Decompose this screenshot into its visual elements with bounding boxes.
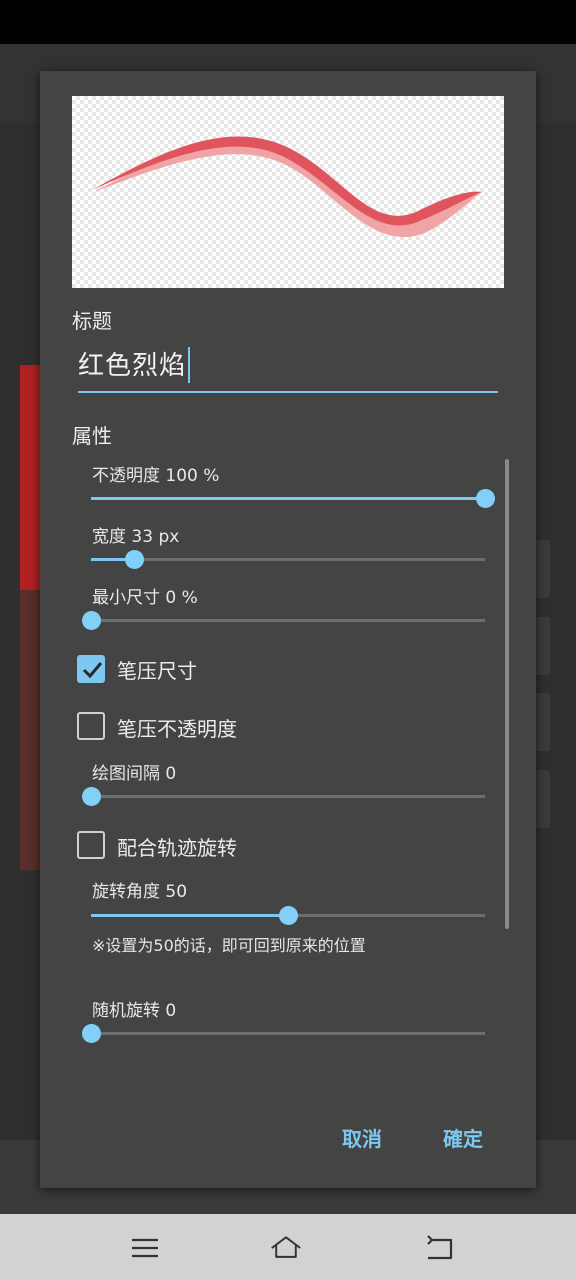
spacing-slider[interactable] (82, 787, 485, 806)
random-rotation-slider-thumb[interactable] (82, 1024, 101, 1043)
follow-rotation-label: 配合轨迹旋转 (117, 836, 237, 860)
rotation-angle-slider-fill (91, 914, 288, 917)
follow-rotation-checkbox[interactable] (77, 831, 105, 859)
width-slider[interactable] (91, 550, 485, 569)
ok-button[interactable]: 確定 (443, 1123, 483, 1152)
pressure-opacity-checkbox[interactable] (77, 712, 105, 740)
width-slider-thumb[interactable] (125, 550, 144, 569)
min-size-label: 最小尺寸 0 % (92, 588, 198, 608)
title-input[interactable]: 红色烈焰 (78, 341, 498, 393)
dialog-scrollbar[interactable] (505, 459, 509, 929)
opacity-label: 不透明度 100 % (92, 466, 220, 486)
random-rotation-slider[interactable] (82, 1024, 485, 1043)
min-size-slider[interactable] (82, 611, 485, 630)
status-bar (0, 0, 576, 44)
opacity-slider-thumb[interactable] (476, 489, 495, 508)
background-color-strip-2 (20, 590, 40, 870)
title-label: 标题 (72, 309, 112, 333)
brush-stroke-preview (72, 96, 504, 288)
spacing-label: 绘图间隔 0 (92, 764, 177, 784)
back-icon[interactable] (424, 1232, 456, 1264)
opacity-slider-fill (91, 497, 485, 500)
text-cursor (188, 347, 190, 383)
brush-settings-dialog: 标题 红色烈焰 属性 不透明度 100 % 宽度 33 px 最小尺寸 0 % … (40, 71, 536, 1188)
system-navigation-bar (0, 1214, 576, 1280)
check-icon (82, 662, 103, 679)
rotation-angle-slider-thumb[interactable] (279, 906, 298, 925)
min-size-slider-thumb[interactable] (82, 611, 101, 630)
random-rotation-label: 随机旋转 0 (92, 1001, 177, 1021)
opacity-slider[interactable] (91, 489, 495, 508)
properties-label: 属性 (72, 424, 112, 448)
spacing-slider-thumb[interactable] (82, 787, 101, 806)
rotation-angle-label: 旋转角度 50 (92, 882, 188, 902)
rotation-note: ※设置为50的话，即可回到原来的位置 (92, 936, 366, 955)
pressure-opacity-label: 笔压不透明度 (117, 717, 237, 741)
rotation-angle-slider[interactable] (91, 906, 485, 925)
pressure-size-checkbox[interactable] (77, 655, 105, 683)
pressure-size-label: 笔压尺寸 (117, 659, 197, 683)
cancel-button[interactable]: 取消 (342, 1123, 382, 1152)
background-color-strip (20, 365, 40, 590)
width-label: 宽度 33 px (92, 527, 180, 547)
home-icon[interactable] (270, 1232, 302, 1264)
menu-icon[interactable] (129, 1232, 161, 1264)
title-input-value: 红色烈焰 (78, 351, 187, 381)
stroke-preview-graphic (92, 136, 482, 238)
